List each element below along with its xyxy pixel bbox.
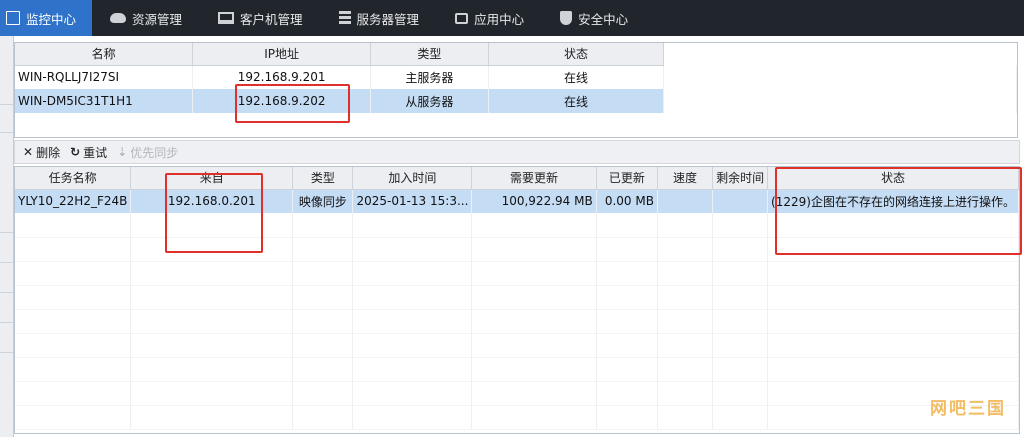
column-header-status[interactable]: 状态	[767, 167, 1019, 190]
sidebar-divider	[0, 322, 14, 323]
list-item	[15, 213, 1019, 238]
list-item	[15, 261, 1019, 286]
close-icon: ✕	[23, 145, 34, 159]
column-header-needed[interactable]: 需要更新	[471, 167, 597, 190]
nav-label: 应用中心	[474, 11, 525, 27]
retry-button[interactable]: ↻ 重试	[70, 144, 107, 161]
shield-icon	[560, 11, 573, 25]
column-header-name[interactable]: 名称	[15, 43, 194, 66]
server-name: WIN-DM5IC31T1H1	[15, 89, 194, 113]
column-header-speed[interactable]: 速度	[657, 167, 714, 190]
sidebar-divider	[0, 292, 14, 293]
sidebar-divider	[0, 104, 14, 105]
nav-resource-management[interactable]: 资源管理	[92, 0, 200, 36]
retry-label: 重试	[83, 145, 108, 160]
server-status: 在线	[488, 65, 665, 89]
server-type: 从服务器	[370, 89, 489, 113]
left-sidebar-strip	[0, 36, 14, 437]
server-name: WIN-RQLLJ7I27SI	[15, 65, 194, 89]
column-header-type[interactable]: 类型	[292, 167, 354, 190]
task-added-time: 2025-01-13 15:3...	[352, 189, 473, 213]
task-status: (1229)企图在不存在的网络连接上进行操作。	[767, 189, 1019, 213]
column-header-remaining[interactable]: 剩余时间	[712, 167, 769, 190]
table-row[interactable]: WIN-RQLLJ7I27SI 192.168.9.201 主服务器 在线	[15, 65, 1017, 89]
column-header-added[interactable]: 加入时间	[352, 167, 473, 190]
task-from: 192.168.0.201	[130, 189, 294, 213]
list-item	[15, 381, 1019, 406]
column-header-ip[interactable]: IP地址	[192, 43, 371, 66]
column-header-filler	[663, 43, 1017, 65]
screen-icon	[218, 12, 235, 24]
task-name: YLY10_22H2_F24B	[15, 189, 132, 213]
task-speed	[657, 189, 714, 213]
arrow-down-icon: ⇣	[117, 145, 128, 159]
nav-label: 安全中心	[578, 11, 629, 27]
row-filler	[663, 65, 1017, 89]
list-item	[15, 309, 1019, 334]
sidebar-divider	[0, 352, 14, 353]
list-item	[15, 237, 1019, 262]
delete-button[interactable]: ✕ 删除	[23, 144, 60, 161]
box-icon	[455, 12, 469, 24]
task-table-grid: 任务名称 来自 类型 加入时间 需要更新 已更新 速度 剩余时间 状态 YLY1…	[15, 167, 1019, 430]
nav-label: 服务器管理	[356, 11, 420, 27]
nav-label: 资源管理	[132, 11, 183, 27]
task-type: 映像同步	[292, 189, 354, 213]
column-header-from[interactable]: 来自	[130, 167, 294, 190]
task-table: 任务名称 来自 类型 加入时间 需要更新 已更新 速度 剩余时间 状态 YLY1…	[14, 166, 1020, 434]
task-updated-size: 0.00 MB	[596, 189, 658, 213]
task-needed-size: 100,922.94 MB	[471, 189, 597, 213]
server-table-grid: 名称 IP地址 类型 状态 WIN-RQLLJ7I27SI 192.168.9.…	[15, 43, 1017, 113]
column-header-task-name[interactable]: 任务名称	[15, 167, 132, 190]
top-nav: 监控中心 资源管理 客户机管理 服务器管理 应用中心 安全中心	[0, 0, 1024, 36]
server-table: 名称 IP地址 类型 状态 WIN-RQLLJ7I27SI 192.168.9.…	[14, 42, 1018, 138]
nav-security-center[interactable]: 安全中心	[542, 0, 646, 36]
nav-monitor-center[interactable]: 监控中心	[0, 0, 93, 36]
nav-server-management[interactable]: 服务器管理	[321, 0, 438, 36]
refresh-icon: ↻	[70, 145, 81, 159]
cloud-icon	[110, 13, 127, 23]
task-remaining	[712, 189, 769, 213]
server-status: 在线	[488, 89, 665, 113]
server-ip: 192.168.9.201	[192, 65, 371, 89]
server-type: 主服务器	[370, 65, 489, 89]
sidebar-divider	[0, 132, 14, 133]
server-icon	[338, 11, 351, 25]
sidebar-divider	[0, 232, 14, 233]
table-row[interactable]: WIN-DM5IC31T1H1 192.168.9.202 从服务器 在线	[15, 89, 1017, 113]
priority-sync-label: 优先同步	[130, 145, 179, 160]
column-header-type[interactable]: 类型	[370, 43, 489, 66]
server-ip: 192.168.9.202	[192, 89, 371, 113]
nav-app-center[interactable]: 应用中心	[437, 0, 542, 36]
watermark-logo: 网吧三国	[930, 399, 1006, 419]
column-header-updated[interactable]: 已更新	[596, 167, 658, 190]
delete-label: 删除	[36, 145, 61, 160]
list-item	[15, 405, 1019, 430]
nav-client-management[interactable]: 客户机管理	[200, 0, 321, 36]
column-header-status[interactable]: 状态	[488, 43, 665, 66]
list-item	[15, 333, 1019, 358]
task-toolbar: ✕ 删除 ↻ 重试 ⇣ 优先同步	[14, 140, 1020, 164]
priority-sync-button[interactable]: ⇣ 优先同步	[117, 144, 178, 161]
nav-label: 客户机管理	[240, 11, 303, 27]
monitor-icon	[6, 11, 20, 25]
row-filler	[663, 89, 1017, 113]
sidebar-divider	[0, 262, 14, 263]
nav-label: 监控中心	[26, 11, 77, 27]
list-item	[15, 357, 1019, 382]
table-row[interactable]: YLY10_22H2_F24B 192.168.0.201 映像同步 2025-…	[15, 189, 1019, 213]
list-item	[15, 285, 1019, 310]
